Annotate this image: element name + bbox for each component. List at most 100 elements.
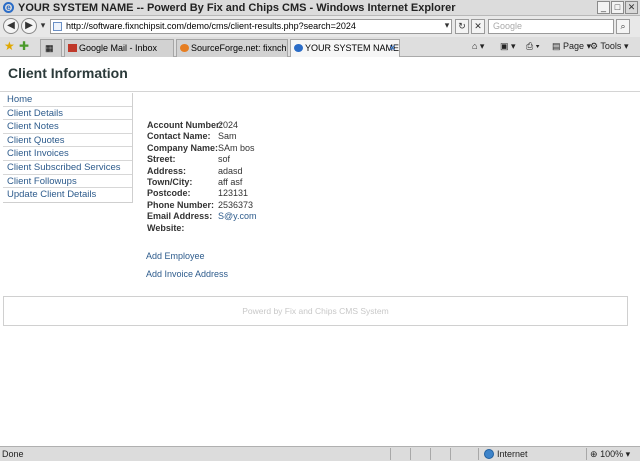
field-value: adasd: [218, 165, 243, 176]
field-label: Company Name:: [147, 142, 219, 153]
ie-logo-icon: e: [3, 2, 14, 13]
status-divider: [410, 448, 411, 460]
add-invoice-address-link[interactable]: Add Invoice Address: [146, 269, 228, 279]
feeds-icon[interactable]: ▣ ▾: [500, 40, 516, 53]
field-value: aff asf: [218, 176, 243, 187]
search-input[interactable]: Google: [488, 19, 614, 34]
maximize-button[interactable]: □: [611, 1, 624, 14]
firefox-icon: [180, 44, 189, 52]
status-divider: [390, 448, 391, 460]
field-label: Street:: [147, 154, 176, 165]
globe-icon: [484, 449, 494, 459]
field-label: Email Address:: [147, 211, 213, 222]
sidebar-item-client-invoices[interactable]: Client Invoices: [3, 147, 132, 161]
gmail-icon: [68, 44, 77, 52]
minimize-button[interactable]: _: [597, 1, 610, 14]
footer-text: Powerd by Fix and Chips CMS System: [242, 306, 389, 316]
search-icon[interactable]: ⌕: [616, 19, 630, 34]
close-tab-icon[interactable]: ✕: [388, 40, 396, 56]
address-toolbar: ◀ ▶ ▾ http://software.fixnchipsit.com/de…: [0, 16, 640, 37]
tab-bar: ★ ✚ ▦ Google Mail - Inbox SourceForge.ne…: [0, 37, 640, 57]
field-value: sof: [218, 154, 231, 165]
field-row: Company Name:SAm bos: [147, 143, 256, 154]
zoom-level[interactable]: ⊕ 100% ▾: [590, 447, 630, 461]
field-label: Town/City:: [147, 176, 193, 187]
back-button[interactable]: ◀: [3, 18, 19, 34]
ie-icon: [294, 44, 303, 52]
status-text: Done: [2, 449, 24, 459]
add-employee-link[interactable]: Add Employee: [146, 251, 205, 261]
field-row: Email Address: S@y.com: [147, 211, 256, 222]
sidebar-item-client-subscribed-services[interactable]: Client Subscribed Services: [3, 161, 132, 175]
print-icon[interactable]: ⎙ ▾: [526, 40, 539, 53]
tools-menu-label: Tools: [600, 41, 622, 51]
field-label: Account Number:: [147, 120, 223, 130]
client-info-table: Account Number:2024 Contact Name: Sam Com…: [147, 120, 256, 234]
stop-button[interactable]: ✕: [471, 19, 485, 34]
field-label: Contact Name:: [147, 131, 211, 142]
field-value: 123131: [218, 188, 249, 199]
page-footer: Powerd by Fix and Chips CMS System: [3, 296, 628, 326]
security-zone: Internet: [497, 449, 528, 459]
page-menu-icon: ▤: [552, 41, 561, 51]
sidebar-item-update-client-details[interactable]: Update Client Details: [3, 188, 132, 202]
window-titlebar: e YOUR SYSTEM NAME -- Powerd By Fix and …: [0, 0, 640, 16]
web-page: Client Information Home Client Details C…: [0, 58, 640, 446]
tools-menu[interactable]: ⚙ Tools ▾: [590, 40, 628, 53]
field-row: Postcode: 123131: [147, 188, 256, 199]
window-title: YOUR SYSTEM NAME -- Powerd By Fix and Ch…: [18, 2, 456, 14]
address-input[interactable]: http://software.fixnchipsit.com/demo/cms…: [50, 19, 452, 34]
tab-gmail[interactable]: Google Mail - Inbox: [64, 39, 174, 57]
sidebar-item-client-notes[interactable]: Client Notes: [3, 120, 132, 134]
sidebar-item-home[interactable]: Home: [3, 93, 132, 107]
address-dropdown-icon[interactable]: ▾: [440, 19, 454, 34]
field-row: Contact Name: Sam: [147, 131, 256, 142]
field-value: Sam: [218, 131, 237, 142]
page-title: Client Information: [8, 65, 128, 81]
page-menu[interactable]: ▤ Page ▾: [552, 40, 591, 53]
field-label: Website:: [147, 222, 185, 233]
page-menu-label: Page: [563, 41, 585, 51]
tab-label: YOUR SYSTEM NAME -- P...: [305, 43, 400, 53]
sidebar-item-client-details[interactable]: Client Details: [3, 107, 132, 121]
tab-label: Google Mail - Inbox: [79, 43, 158, 53]
field-row: Phone Number: 2536373: [147, 200, 256, 211]
sidebar-item-client-followups[interactable]: Client Followups: [3, 175, 132, 189]
field-row: Account Number:2024: [147, 120, 256, 131]
history-dropdown-icon[interactable]: ▾: [36, 19, 50, 34]
tab-current[interactable]: YOUR SYSTEM NAME -- P... ✕: [290, 39, 400, 57]
address-url: http://software.fixnchipsit.com/demo/cms…: [66, 21, 356, 31]
status-divider: [586, 448, 587, 460]
field-label: Address:: [147, 165, 187, 176]
page-icon: [53, 22, 62, 31]
status-divider: [478, 448, 479, 460]
zoom-icon: ⊕: [590, 449, 598, 459]
field-row: Website:: [147, 223, 256, 234]
add-favorites-icon[interactable]: ✚: [19, 40, 29, 53]
quick-tabs-icon[interactable]: ▦: [40, 39, 62, 57]
email-link[interactable]: S@y.com: [218, 211, 256, 221]
sidebar-item-client-quotes[interactable]: Client Quotes: [3, 134, 132, 148]
home-icon[interactable]: ⌂ ▾: [472, 40, 484, 53]
field-label: Postcode:: [147, 188, 191, 199]
forward-button[interactable]: ▶: [21, 18, 37, 34]
zoom-value: 100%: [600, 449, 624, 459]
field-row: Address: adasd: [147, 166, 256, 177]
favorites-star-icon[interactable]: ★: [4, 40, 15, 53]
tab-label: SourceForge.net: fixnchipsc...: [191, 43, 287, 53]
gear-icon: ⚙: [590, 41, 599, 51]
tab-sourceforge[interactable]: SourceForge.net: fixnchipsc...: [176, 39, 288, 57]
status-divider: [430, 448, 431, 460]
field-row: Street: sof: [147, 154, 256, 165]
refresh-button[interactable]: ↻: [455, 19, 469, 34]
status-bar: Done Internet ⊕ 100% ▾: [0, 446, 640, 461]
sidebar-nav: Home Client Details Client Notes Client …: [3, 93, 133, 203]
status-divider: [450, 448, 451, 460]
field-value: SAm bos: [218, 142, 255, 153]
field-label: Phone Number:: [147, 199, 215, 210]
divider: [0, 91, 640, 92]
field-row: Town/City: aff asf: [147, 177, 256, 188]
field-value: 2536373: [218, 199, 254, 210]
close-window-button[interactable]: ✕: [625, 1, 638, 14]
field-value: 2024: [218, 120, 239, 130]
